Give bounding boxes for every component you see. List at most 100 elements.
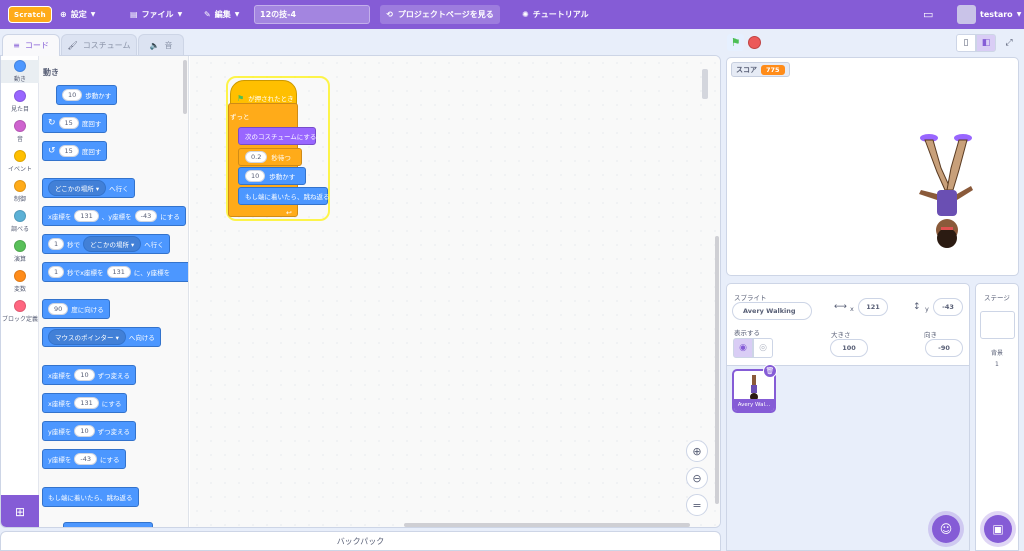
- direction-label: 向き: [924, 331, 937, 339]
- script-workspace[interactable]: ⚑ が押されたとき ずっと 次のコスチュームにする 0.2 秒待つ 10 歩動か…: [190, 56, 720, 527]
- block-change-y[interactable]: y座標を 10 ずつ変える: [42, 421, 136, 441]
- file-menu[interactable]: ▤ ファイル ▼: [130, 0, 182, 29]
- target-dropdown[interactable]: どこかの場所 ▾: [83, 236, 142, 252]
- block-input[interactable]: 90: [48, 303, 69, 315]
- direction-input[interactable]: -90: [925, 339, 963, 357]
- tab-costumes[interactable]: 🖌 コスチューム: [61, 34, 137, 56]
- move-steps-block[interactable]: 10 歩動かす: [238, 167, 306, 185]
- block-go-to[interactable]: どこかの場所 ▾ へ行く: [42, 178, 135, 198]
- bounce-on-edge-block[interactable]: もし端に着いたら、跳ね返る: [238, 187, 330, 205]
- block-point-towards[interactable]: マウスのポインター ▾ へ向ける: [42, 327, 161, 347]
- fullscreen-icon: ⤢: [1005, 38, 1013, 48]
- code-editor: 動き 見た目 音 イベント 制御 調べる 演算 変数 ブロック定義 ⊞ 動き 1…: [0, 55, 721, 528]
- large-stage-button[interactable]: ◧: [976, 34, 996, 52]
- tutorials-button[interactable]: ✺ チュートリアル: [522, 0, 589, 29]
- category-sound[interactable]: 音: [1, 120, 39, 143]
- block-point-in-direction[interactable]: 90 度に向ける: [42, 299, 110, 319]
- palette-scrollbar[interactable]: [183, 60, 187, 114]
- fullscreen-button[interactable]: ⤢: [999, 34, 1019, 52]
- wait-block[interactable]: 0.2 秒待つ: [238, 148, 302, 166]
- cat-icon: ☺: [939, 522, 953, 536]
- block-text: もし端に着いたら、跳ね返る: [245, 193, 330, 201]
- sprite-character[interactable]: [915, 132, 975, 256]
- block-glide-to-xy[interactable]: 1 秒でx座標を 131 に、y座標を: [42, 262, 188, 282]
- show-sprite-button[interactable]: ◉: [733, 338, 753, 358]
- size-input[interactable]: 100: [830, 339, 868, 357]
- zoom-out-button[interactable]: ⊖: [686, 467, 708, 489]
- block-input[interactable]: 0.2: [245, 151, 268, 163]
- block-turn-right[interactable]: ↻ 15 度回す: [42, 113, 108, 133]
- sprite-info-panel: スプライト Avery Walking ⟷ x 121 ↕ y -43 表示する…: [726, 283, 970, 366]
- category-my-blocks[interactable]: ブロック定義: [1, 300, 39, 323]
- block-input[interactable]: 131: [74, 397, 99, 409]
- block-input[interactable]: 10: [245, 170, 266, 182]
- block-input[interactable]: 1: [48, 238, 65, 250]
- small-stage-button[interactable]: ▯: [956, 34, 976, 52]
- block-go-to-xy[interactable]: x座標を 131 、y座標を -43 にする: [42, 206, 186, 226]
- stage-selector[interactable]: ステージ 背景 1: [975, 283, 1019, 551]
- delete-sprite-button[interactable]: 🗑: [763, 364, 777, 378]
- zoom-reset-button[interactable]: =: [686, 494, 708, 516]
- category-operators[interactable]: 演算: [1, 240, 39, 263]
- block-glide-to[interactable]: 1 秒で どこかの場所 ▾ へ行く: [42, 234, 170, 254]
- block-input[interactable]: 131: [74, 210, 99, 222]
- tab-sounds[interactable]: 🔈 音: [138, 34, 184, 56]
- category-label: ブロック定義: [1, 316, 38, 323]
- category-sensing[interactable]: 調べる: [1, 210, 39, 233]
- category-motion[interactable]: 動き: [1, 60, 39, 83]
- next-costume-block[interactable]: 次のコスチュームにする: [238, 127, 316, 145]
- choose-backdrop-button[interactable]: ▣: [984, 515, 1012, 543]
- block-input[interactable]: 131: [106, 266, 131, 278]
- block-partial[interactable]: [63, 522, 153, 527]
- sprite-name-input[interactable]: Avery Walking: [732, 302, 812, 320]
- block-input[interactable]: -43: [74, 453, 97, 465]
- block-set-y[interactable]: y座標を -43 にする: [42, 449, 126, 469]
- account-menu[interactable]: testaro ▼: [980, 0, 1021, 29]
- settings-menu[interactable]: ⊕ 設定 ▼: [60, 0, 95, 29]
- workspace-scrollbar-horizontal[interactable]: [404, 523, 690, 527]
- see-project-page-button[interactable]: ⟲ プロジェクトページを見る: [380, 5, 500, 24]
- category-events[interactable]: イベント: [1, 150, 39, 173]
- stage[interactable]: スコア 775: [726, 57, 1019, 276]
- block-move-steps[interactable]: 10 歩動かす: [56, 85, 118, 105]
- my-stuff-button[interactable]: ▭: [923, 0, 933, 29]
- block-bounce-on-edge[interactable]: もし端に着いたら、跳ね返る: [42, 487, 139, 507]
- block-input[interactable]: 10: [74, 369, 95, 381]
- y-input[interactable]: -43: [933, 298, 963, 316]
- block-input[interactable]: -43: [134, 210, 158, 222]
- block-input[interactable]: 10: [62, 89, 83, 101]
- block-input[interactable]: 15: [58, 117, 79, 129]
- caret-down-icon: ▼: [177, 11, 183, 18]
- block-input[interactable]: 10: [74, 425, 95, 437]
- block-input[interactable]: 1: [48, 266, 65, 278]
- tab-code[interactable]: ≡ コード: [2, 34, 60, 56]
- edit-menu[interactable]: ✎ 編集 ▼: [204, 0, 239, 29]
- trash-icon: 🗑: [765, 367, 775, 375]
- workspace-scrollbar-vertical[interactable]: [715, 236, 719, 504]
- avatar[interactable]: [957, 5, 976, 24]
- hide-sprite-button[interactable]: ◎: [753, 338, 773, 358]
- block-input[interactable]: 15: [58, 145, 79, 157]
- category-variables[interactable]: 変数: [1, 270, 39, 293]
- extension-icon: ⊞: [14, 504, 26, 519]
- backdrop-icon: ▣: [992, 522, 1004, 536]
- block-turn-left[interactable]: ↺ 15 度回す: [42, 141, 108, 161]
- target-dropdown[interactable]: どこかの場所 ▾: [48, 180, 107, 196]
- block-text: へ向ける: [128, 334, 155, 342]
- stop-button[interactable]: [748, 36, 761, 49]
- block-set-x[interactable]: x座標を 131 にする: [42, 393, 128, 413]
- add-extension-button[interactable]: ⊞: [1, 495, 39, 527]
- stage-thumbnail[interactable]: [980, 311, 1015, 339]
- target-dropdown[interactable]: マウスのポインター ▾: [48, 329, 126, 345]
- block-change-x[interactable]: x座標を 10 ずつ変える: [42, 365, 136, 385]
- equals-icon: =: [692, 498, 702, 512]
- x-input[interactable]: 121: [858, 298, 888, 316]
- category-looks[interactable]: 見た目: [1, 90, 39, 113]
- category-control[interactable]: 制御: [1, 180, 39, 203]
- green-flag-button[interactable]: ⚑: [727, 34, 744, 51]
- backpack-bar[interactable]: バックパック: [0, 531, 721, 551]
- scratch-logo[interactable]: Scratch: [8, 6, 52, 23]
- project-title-input[interactable]: 12の技-4: [254, 5, 370, 24]
- choose-sprite-button[interactable]: ☺: [932, 515, 960, 543]
- zoom-in-button[interactable]: ⊕: [686, 440, 708, 462]
